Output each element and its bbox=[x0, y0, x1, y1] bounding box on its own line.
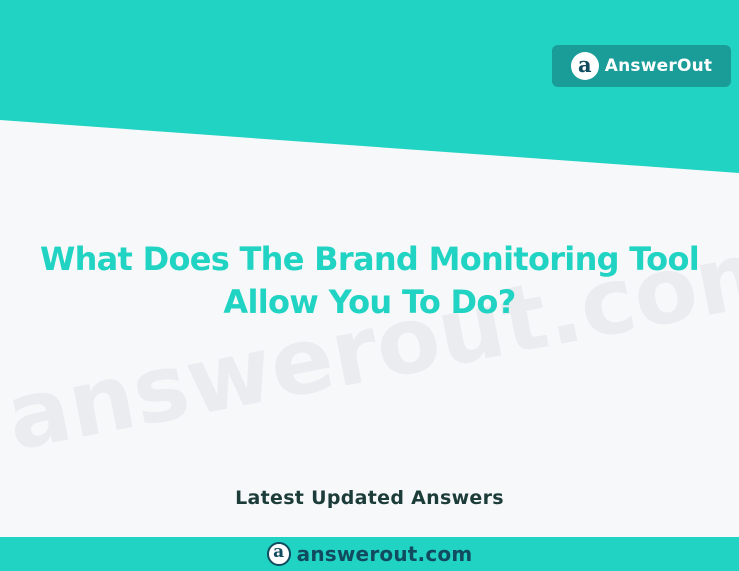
footer-bar: a answerout.com bbox=[0, 537, 739, 571]
answerout-logo-icon: a bbox=[570, 52, 599, 80]
footer-domain[interactable]: answerout.com bbox=[297, 542, 473, 566]
header-band bbox=[0, 0, 739, 173]
brand-name: AnswerOut bbox=[604, 56, 713, 76]
answerout-logo-icon: a bbox=[266, 542, 291, 566]
brand-badge[interactable]: a AnswerOut bbox=[552, 45, 731, 87]
page-title: What Does The Brand Monitoring Tool Allo… bbox=[39, 240, 700, 321]
subtitle: Latest Updated Answers bbox=[235, 487, 504, 509]
